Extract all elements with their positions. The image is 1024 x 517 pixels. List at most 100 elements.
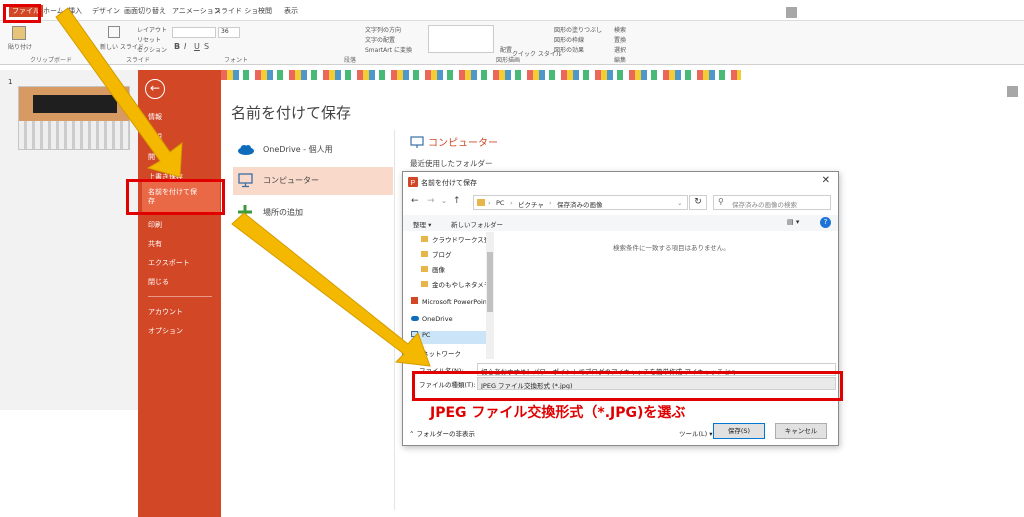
instruction-annotation: JPEG ファイル交換形式（*.JPG)を選ぶ <box>430 405 686 421</box>
folder-tree-scrollbar[interactable] <box>486 232 494 359</box>
section-button[interactable]: セクション <box>137 45 167 54</box>
search-placeholder: 保存済みの画像の検索 <box>732 201 797 209</box>
location-add-place[interactable]: 場所の追加 <box>233 199 393 227</box>
svg-text:P: P <box>411 180 416 187</box>
select-button[interactable]: 選択 <box>614 45 626 54</box>
highlight-filetype <box>412 371 843 401</box>
find-button[interactable]: 検索 <box>614 25 626 34</box>
breadcrumb-saved-pictures[interactable]: 保存済みの画像 <box>557 199 603 209</box>
paste-label: 貼り付け <box>8 44 33 51</box>
paste-icon[interactable] <box>12 26 26 40</box>
location-computer-label: コンピューター <box>263 176 319 185</box>
save-button[interactable]: 保存(S) <box>713 423 765 439</box>
slide-number: 1 <box>8 78 13 86</box>
group-clipboard-label: クリップボード <box>30 57 73 64</box>
shape-fill-button[interactable]: 図形の塗りつぶし <box>554 25 602 34</box>
location-computer[interactable]: コンピューター <box>233 167 393 195</box>
tree-item-pc[interactable]: PC <box>411 331 491 344</box>
powerpoint-icon: P <box>408 177 418 187</box>
help-icon[interactable]: ? <box>820 217 831 228</box>
tab-home[interactable]: ホーム <box>43 6 64 16</box>
tab-insert[interactable]: 挿入 <box>68 6 82 16</box>
address-bar[interactable]: › PC › ピクチャ › 保存済みの画像 ⌄ <box>473 195 688 210</box>
back-nav-icon[interactable]: ← <box>411 196 419 206</box>
shadow-button[interactable]: S <box>204 42 209 51</box>
tab-design[interactable]: デザイン <box>92 6 120 16</box>
smartart-button[interactable]: SmartArt に変換 <box>365 45 412 54</box>
tree-item-memo[interactable]: 金のもやしネタメモ <box>421 279 493 292</box>
dialog-title: 名前を付けて保存 <box>421 179 477 187</box>
slide-banner-strip <box>221 70 741 80</box>
forward-nav-icon[interactable]: → <box>427 196 435 206</box>
account-avatar-icon-secondary[interactable] <box>1007 86 1018 97</box>
ribbon-tab-bar: ファイル ホーム 挿入 デザイン 画面切り替え アニメーション スライド ショー… <box>0 5 1024 21</box>
nav-open[interactable]: 開く <box>148 152 162 162</box>
breadcrumb-pc[interactable]: PC <box>496 199 504 207</box>
tree-item-powerpoint[interactable]: Microsoft PowerPoint <box>411 297 491 310</box>
tree-item-onedrive[interactable]: OneDrive <box>411 315 491 328</box>
slide-thumbnail[interactable] <box>18 86 130 150</box>
nav-print[interactable]: 印刷 <box>148 220 162 230</box>
nav-options[interactable]: オプション <box>148 326 183 336</box>
bold-button[interactable]: B <box>174 42 180 51</box>
cancel-button[interactable]: キャンセル <box>775 423 827 439</box>
page-title: 名前を付けて保存 <box>231 104 352 122</box>
close-icon[interactable]: ✕ <box>822 175 830 186</box>
slide-thumbnail-pane: 1 <box>0 70 140 410</box>
tree-item-images[interactable]: 画像 <box>421 264 493 277</box>
address-dropdown-icon[interactable]: ⌄ <box>677 199 682 207</box>
back-arrow-icon[interactable]: ← <box>145 79 165 99</box>
arrange-button[interactable]: 配置 <box>500 45 512 54</box>
nav-info[interactable]: 情報 <box>148 112 162 122</box>
empty-results-message: 検索条件に一致する項目はありません。 <box>613 244 730 252</box>
scrollbar-thumb[interactable] <box>487 252 493 312</box>
organize-button[interactable]: 整理 ▾ <box>413 219 431 229</box>
text-direction-button[interactable]: 文字列の方向 <box>365 25 401 34</box>
computer-heading-icon <box>410 136 424 148</box>
replace-button[interactable]: 置換 <box>614 35 626 44</box>
dialog-toolbar: 整理 ▾ 新しいフォルダー ▤ ▾ ? <box>403 215 838 231</box>
search-icon: ⚲ <box>718 197 724 206</box>
tab-transitions[interactable]: 画面切り替え <box>124 6 166 16</box>
group-drawing-label: 図形描画 <box>496 57 521 64</box>
reset-button[interactable]: リセット <box>137 35 161 44</box>
tree-item-blog[interactable]: ブログ <box>421 249 493 262</box>
font-size-select[interactable]: 36 <box>218 27 240 38</box>
folder-icon <box>477 199 485 206</box>
new-slide-icon[interactable] <box>108 26 120 38</box>
tab-review[interactable]: 校閲 <box>258 6 272 16</box>
account-avatar-icon[interactable] <box>786 7 797 18</box>
location-onedrive[interactable]: OneDrive - 個人用 <box>233 136 393 164</box>
tree-item-crowdworks[interactable]: クラウドワークス登録 <box>421 234 493 247</box>
nav-close[interactable]: 閉じる <box>148 277 169 287</box>
tools-menu[interactable]: ツール(L) ▾ <box>679 428 713 438</box>
nav-new[interactable]: 新規 <box>148 132 162 142</box>
recent-dropdown-icon[interactable]: ⌄ <box>441 197 447 205</box>
new-folder-button[interactable]: 新しいフォルダー <box>451 219 503 229</box>
search-input[interactable]: ⚲ 保存済みの画像の検索 <box>713 195 831 210</box>
underline-button[interactable]: U <box>194 42 200 51</box>
tab-view[interactable]: 表示 <box>284 6 298 16</box>
folder-tree: クラウドワークス登録 ブログ 画像 金のもやしネタメモ Microsoft Po… <box>411 232 493 359</box>
italic-button[interactable]: I <box>184 42 186 51</box>
location-add-place-label: 場所の追加 <box>263 208 303 217</box>
dialog-titlebar[interactable]: P 名前を付けて保存 ✕ <box>403 172 838 192</box>
font-name-select[interactable] <box>172 27 216 38</box>
plus-icon <box>238 205 252 219</box>
shape-outline-button[interactable]: 図形の枠線 <box>554 35 584 44</box>
shape-effects-button[interactable]: 図形の効果 <box>554 45 584 54</box>
nav-account[interactable]: アカウント <box>148 307 183 317</box>
layout-button[interactable]: レイアウト <box>137 25 167 34</box>
nav-share[interactable]: 共有 <box>148 239 162 249</box>
align-text-button[interactable]: 文字の配置 <box>365 35 395 44</box>
nav-divider <box>148 296 212 297</box>
tree-item-network[interactable]: ネットワーク <box>411 348 491 359</box>
nav-export[interactable]: エクスポート <box>148 258 190 268</box>
view-options-icon[interactable]: ▤ ▾ <box>787 218 799 226</box>
shapes-gallery[interactable] <box>428 25 494 53</box>
up-nav-icon[interactable]: ↑ <box>453 196 461 206</box>
refresh-icon[interactable]: ↻ <box>689 195 707 210</box>
breadcrumb-pictures[interactable]: ピクチャ <box>518 199 544 209</box>
hide-folders-toggle[interactable]: ⌃ フォルダーの非表示 <box>409 428 475 438</box>
highlight-file-tab <box>3 4 41 23</box>
